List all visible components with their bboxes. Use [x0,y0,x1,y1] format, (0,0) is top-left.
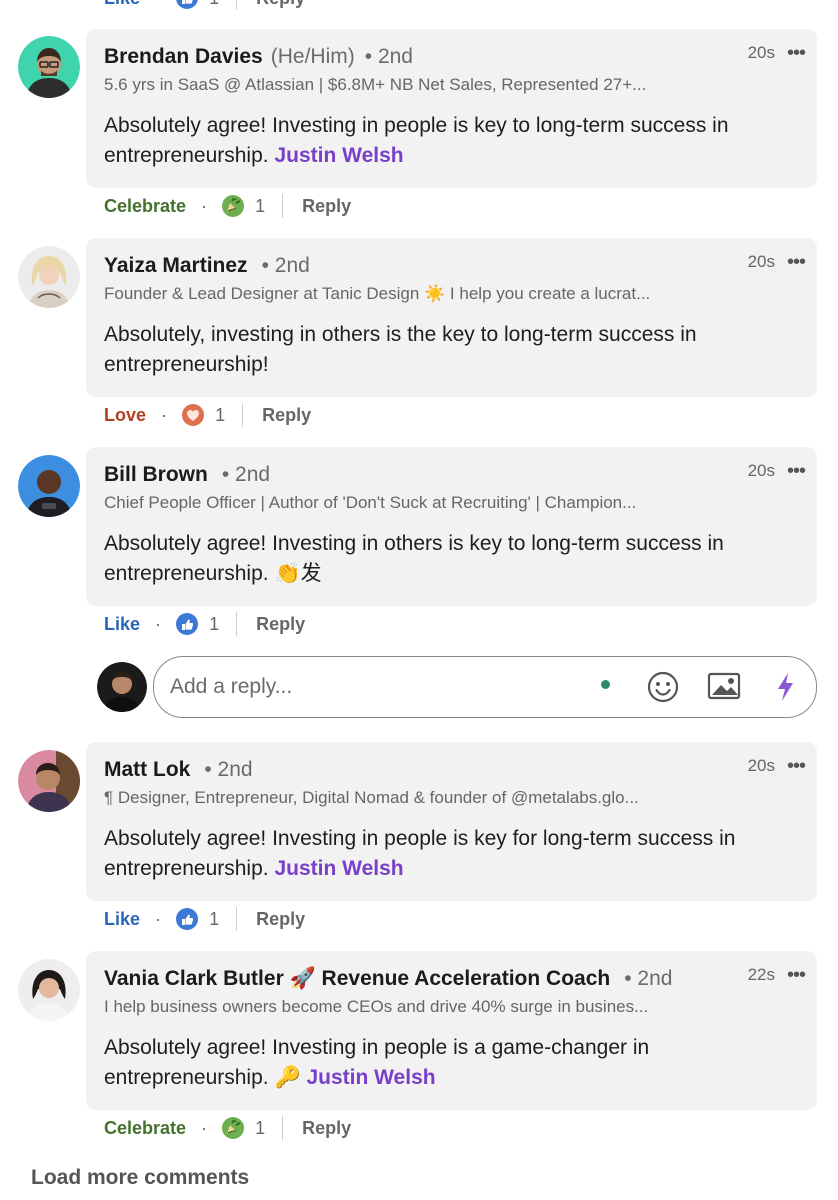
comment-actions: Love · 1 Reply [104,403,311,431]
commenter-headline: Chief People Officer | Author of 'Don't … [104,493,637,512]
reply-button[interactable]: Reply [256,614,305,635]
divider [282,194,284,218]
comment-timestamp: 20s [747,461,775,480]
reply-button[interactable]: Reply [302,196,351,217]
like-icon [176,908,199,930]
comment-header: Vania Clark Butler 🚀 Revenue Acceleratio… [104,967,672,991]
like-icon [176,613,199,635]
comment-actions: Celebrate · 1 Reply [104,1116,351,1144]
reaction-count[interactable]: 1 [209,909,219,930]
celebrate-icon [222,195,245,217]
comment-bubble: Brendan Davies (He/Him) • 2nd 5.6 yrs in S… [86,29,817,188]
more-options-icon[interactable]: ••• [787,461,806,481]
avatar[interactable] [18,246,80,308]
mention-link[interactable]: Justin Welsh [274,144,403,167]
separator-dot: · [155,613,162,634]
comment-text: Absolutely agree! Investing in people is… [104,827,736,880]
status-dot [601,680,610,689]
comment-timestamp: 20s [747,43,775,62]
connection-degree: • 2nd [204,758,253,781]
comment-header: Yaiza Martinez • 2nd [104,254,310,278]
connection-degree: • 2nd [221,463,271,486]
reaction-count[interactable]: 1 [215,405,225,426]
commenter-name[interactable]: Yaiza Martinez [104,254,248,277]
image-icon[interactable] [707,671,741,706]
like-icon [176,0,198,9]
comment-bubble: Matt Lok • 2nd ¶ Designer, Entrepreneur, … [86,742,817,901]
comment-header: Matt Lok • 2nd [104,758,253,782]
lightning-icon[interactable] [774,671,796,708]
comment-bubble: Yaiza Martinez • 2nd Founder & Lead Desig… [86,238,817,397]
comment-timestamp: 22s [747,965,775,984]
comment-actions: Like · 1 Reply [104,907,305,935]
celebrate-button[interactable]: Celebrate [104,1118,186,1139]
like-button[interactable]: Like [104,909,140,930]
separator-dot: · [155,908,162,929]
divider [236,907,238,931]
comment-text: Absolutely agree! Investing in people is… [104,114,729,167]
divider [242,403,244,427]
more-options-icon[interactable]: ••• [787,965,806,985]
comment-header: Bill Brown • 2nd [104,463,270,487]
comment-text: Absolutely, investing in others is the k… [104,323,697,376]
divider [282,1116,284,1140]
separator-dot: · [155,0,161,9]
avatar[interactable] [18,750,80,812]
like-button[interactable]: Like [104,614,140,635]
reply-button[interactable]: Reply [262,405,311,426]
commenter-name[interactable]: Matt Lok [104,758,190,781]
reply-button[interactable]: Reply [256,909,305,930]
comment-bubble: Vania Clark Butler 🚀 Revenue Acceleratio… [86,951,817,1110]
commenter-headline: I help business owners become CEOs and d… [104,997,649,1016]
connection-degree: • 2nd [624,967,673,990]
commenter-headline: Founder & Lead Designer at Tanic Design … [104,284,651,303]
reply-button[interactable]: Reply [256,0,305,9]
avatar[interactable] [18,36,80,98]
more-options-icon[interactable]: ••• [787,756,806,776]
separator-dot: · [161,404,168,425]
commenter-name[interactable]: Bill Brown [104,463,208,486]
connection-degree: • 2nd [364,45,413,68]
separator-dot: · [201,195,208,216]
comment-bubble: Bill Brown • 2nd Chief People Officer | A… [86,447,817,606]
commenter-headline: 5.6 yrs in SaaS @ Atlassian | $6.8M+ NB … [104,75,647,94]
divider [236,0,238,10]
mention-link[interactable]: Justin Welsh [306,1066,435,1089]
reply-input[interactable]: Add a reply... [153,656,817,718]
load-more-comments-button[interactable]: Load more comments [31,1166,249,1190]
divider [236,612,238,636]
reaction-count[interactable]: 1 [255,1118,265,1139]
more-options-icon[interactable]: ••• [787,252,806,272]
commenter-name[interactable]: Brendan Davies [104,45,263,68]
reaction-count[interactable]: 1 [209,0,219,9]
comment-actions: Like · 1 Reply [104,612,305,640]
comment-actions: Celebrate · 1 Reply [104,194,351,222]
like-button[interactable]: Like [104,0,140,9]
celebrate-icon [222,1117,245,1139]
comment-timestamp: 20s [747,252,775,271]
comment-text: Absolutely agree! Investing in others is… [104,532,724,585]
comment-timestamp: 20s [747,756,775,775]
emoji-icon[interactable] [646,670,680,709]
reaction-count[interactable]: 1 [209,614,219,635]
connection-degree: • 2nd [261,254,310,277]
reply-button[interactable]: Reply [302,1118,351,1139]
love-button[interactable]: Love [104,405,146,426]
current-user-avatar [97,662,147,712]
avatar[interactable] [18,455,80,517]
more-options-icon[interactable]: ••• [787,43,806,63]
reaction-count[interactable]: 1 [255,196,265,217]
mention-link[interactable]: Justin Welsh [274,857,403,880]
commenter-name[interactable]: Vania Clark Butler 🚀 Revenue Acceleratio… [104,967,610,990]
pronouns: (He/Him) [270,45,355,68]
avatar[interactable] [18,959,80,1021]
separator-dot: · [201,1117,208,1138]
love-icon [182,404,205,426]
celebrate-button[interactable]: Celebrate [104,196,186,217]
commenter-headline: ¶ Designer, Entrepreneur, Digital Nomad … [104,788,639,807]
comment-header: Brendan Davies (He/Him) • 2nd [104,45,413,69]
comment-text: Absolutely agree! Investing in people is… [104,1036,650,1089]
top-comment-actions: Like · 1 Reply [104,0,305,14]
reply-placeholder: Add a reply... [170,675,293,698]
